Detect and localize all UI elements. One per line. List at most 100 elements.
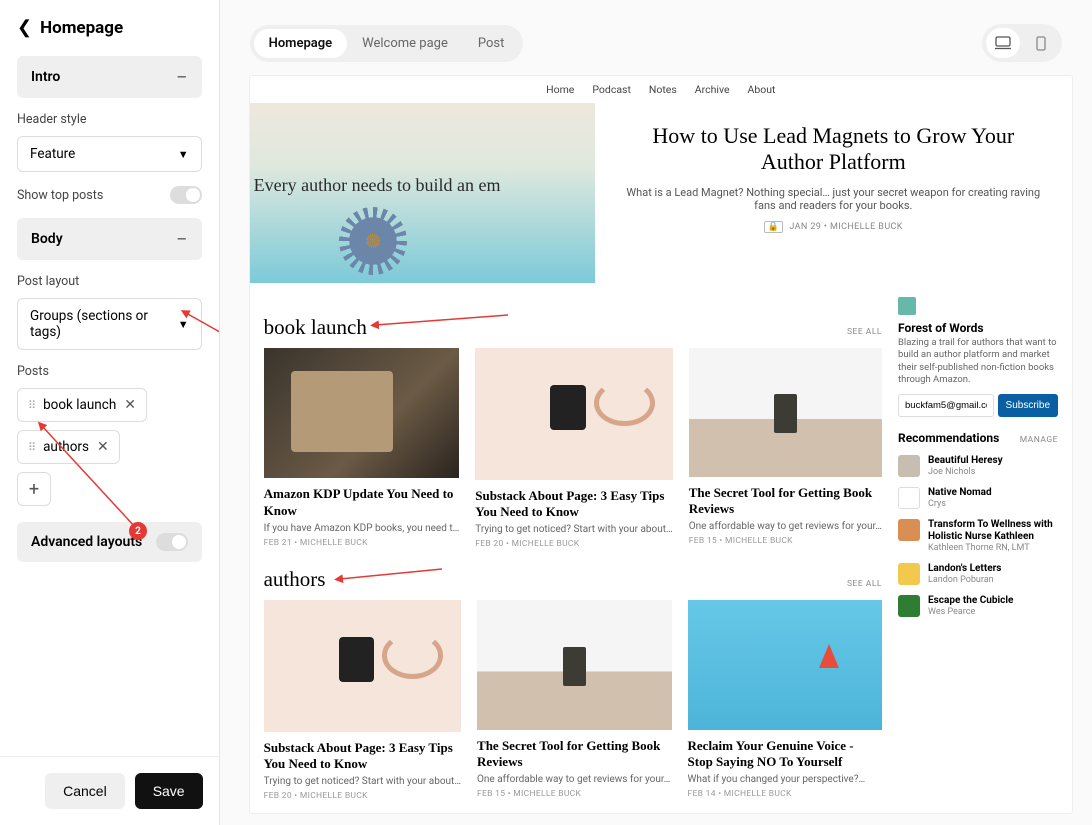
subscribe-button[interactable]: Subscribe: [998, 394, 1058, 417]
main-area: Homepage Welcome page Post Home Podcast …: [220, 0, 1092, 825]
select-header-style-value: Feature: [30, 146, 75, 162]
main-column: book launch SEE ALL Amazon KDP Update Yo…: [264, 297, 882, 813]
rec-title: Beautiful Heresy: [928, 455, 1003, 467]
nav-home[interactable]: Home: [546, 83, 574, 96]
hero-subtitle: What is a Lead Magnet? Nothing special… …: [625, 186, 1042, 212]
rec-item[interactable]: Escape the CubicleWes Pearce: [898, 595, 1058, 617]
card-excerpt: One affordable way to get reviews for yo…: [689, 521, 882, 532]
hero-content: How to Use Lead Magnets to Grow Your Aut…: [595, 103, 1072, 283]
drag-handle-icon[interactable]: ⠿: [28, 399, 35, 412]
rec-avatar: [898, 595, 920, 617]
tab-homepage[interactable]: Homepage: [254, 29, 348, 58]
card-excerpt: If you have Amazon KDP books, you need t…: [264, 523, 460, 534]
rec-title: Escape the Cubicle: [928, 595, 1013, 607]
nav-archive[interactable]: Archive: [695, 83, 730, 96]
section-advanced-label: Advanced layouts: [31, 534, 142, 550]
tab-welcome[interactable]: Welcome page: [347, 29, 463, 58]
rec-title: Native Nomad: [928, 487, 992, 499]
rec-item[interactable]: Native NomadCrys: [898, 487, 1058, 509]
hero-image: Every author needs to build an em: [250, 103, 595, 283]
nav-notes[interactable]: Notes: [649, 83, 677, 96]
section-body[interactable]: Body −: [17, 218, 202, 260]
annotation-arrow: [182, 305, 219, 385]
toggle-advanced-layouts[interactable]: [156, 533, 188, 551]
publication-name: Forest of Words: [898, 321, 1058, 335]
preview-canvas[interactable]: Home Podcast Notes Archive About Every a…: [250, 76, 1072, 813]
see-all-link[interactable]: SEE ALL: [847, 327, 882, 337]
select-post-layout-value: Groups (sections or tags): [30, 308, 178, 340]
rec-author: Joe Nichols: [928, 467, 1003, 477]
card-title: The Secret Tool for Getting Book Reviews: [689, 485, 882, 518]
section-intro[interactable]: Intro −: [17, 56, 202, 98]
post-card[interactable]: Reclaim Your Genuine Voice - Stop Saying…: [688, 600, 882, 801]
label-header-style: Header style: [17, 112, 202, 127]
recommend-label: Recommendations: [898, 431, 999, 445]
nav-podcast[interactable]: Podcast: [592, 83, 631, 96]
rec-avatar: [898, 487, 920, 509]
rec-author: Crys: [928, 499, 992, 509]
collapse-icon[interactable]: −: [176, 67, 187, 87]
subscribe-row: Subscribe: [898, 394, 1058, 417]
section-head-book-launch: book launch SEE ALL: [264, 315, 882, 340]
select-post-layout[interactable]: Groups (sections or tags) ▼: [17, 298, 202, 350]
rec-title: Transform To Wellness with Holistic Nurs…: [928, 519, 1058, 543]
thumb-image: [264, 348, 460, 478]
label-post-layout: Post layout: [17, 274, 202, 289]
card-meta: FEB 20 • MICHELLE BUCK: [475, 539, 672, 549]
collapse-icon[interactable]: −: [176, 229, 187, 249]
side-column: Forest of Words Blazing a trail for auth…: [898, 297, 1058, 813]
email-input[interactable]: [898, 394, 994, 417]
rec-item[interactable]: Landon's LettersLandon Poburan: [898, 563, 1058, 585]
post-card[interactable]: Substack About Page: 3 Easy Tips You Nee…: [264, 600, 461, 801]
thumb-image: [264, 600, 461, 732]
page-title: Homepage: [40, 18, 123, 38]
hero-banner-text: Every author needs to build an em: [254, 175, 501, 196]
post-card[interactable]: Substack About Page: 3 Easy Tips You Nee…: [475, 348, 672, 549]
drag-handle-icon[interactable]: ⠿: [28, 441, 35, 454]
group-title: authors: [264, 567, 326, 592]
sidebar-scroll: ❮ Homepage Intro − Header style Feature …: [0, 0, 219, 756]
see-all-link[interactable]: SEE ALL: [847, 579, 882, 589]
card-meta: FEB 15 • MICHELLE BUCK: [689, 536, 882, 546]
manage-link[interactable]: MANAGE: [1020, 435, 1058, 445]
page-tabs: Homepage Welcome page Post: [250, 25, 524, 62]
flower-graphic: [345, 213, 401, 269]
card-title: Amazon KDP Update You Need to Know: [264, 486, 460, 519]
nav-about[interactable]: About: [748, 83, 776, 96]
rec-avatar: [898, 455, 920, 477]
cards-row: Substack About Page: 3 Easy Tips You Nee…: [264, 600, 882, 801]
site-nav: Home Podcast Notes Archive About: [250, 76, 1072, 103]
card-title: The Secret Tool for Getting Book Reviews: [477, 738, 671, 771]
card-excerpt: Trying to get noticed? Start with your a…: [264, 776, 461, 787]
post-card[interactable]: The Secret Tool for Getting Book Reviews…: [477, 600, 671, 801]
rec-avatar: [898, 519, 920, 541]
rec-item[interactable]: Transform To Wellness with Holistic Nurs…: [898, 519, 1058, 553]
tag-item[interactable]: ⠿ book launch ✕: [17, 388, 147, 422]
back-icon[interactable]: ❮: [17, 17, 32, 38]
desktop-icon[interactable]: [986, 28, 1020, 58]
tab-post[interactable]: Post: [463, 29, 520, 58]
select-header-style[interactable]: Feature ▼: [17, 136, 202, 172]
publication-desc: Blazing a trail for authors that want to…: [898, 337, 1058, 386]
rec-author: Landon Poburan: [928, 575, 1001, 585]
cancel-button[interactable]: Cancel: [45, 773, 125, 809]
toggle-show-top-posts[interactable]: [170, 186, 202, 204]
topbar: Homepage Welcome page Post: [220, 0, 1092, 72]
section-body-label: Body: [31, 231, 63, 247]
annotation-arrow: [372, 311, 512, 331]
thumb-image: [475, 348, 672, 480]
device-toggle: [982, 24, 1062, 62]
save-button[interactable]: Save: [135, 773, 203, 809]
post-card[interactable]: The Secret Tool for Getting Book Reviews…: [689, 348, 882, 549]
card-meta: FEB 14 • MICHELLE BUCK: [688, 789, 882, 799]
rec-title: Landon's Letters: [928, 563, 1001, 575]
row-show-top-posts: Show top posts: [17, 186, 202, 204]
preview-body: book launch SEE ALL Amazon KDP Update Yo…: [250, 283, 1072, 813]
chevron-down-icon: ▼: [178, 148, 189, 161]
rec-item[interactable]: Beautiful HeresyJoe Nichols: [898, 455, 1058, 477]
label-show-top-posts: Show top posts: [17, 188, 103, 203]
mobile-icon[interactable]: [1024, 28, 1058, 58]
post-card[interactable]: Amazon KDP Update You Need to Know If you…: [264, 348, 460, 549]
remove-icon[interactable]: ✕: [124, 397, 136, 413]
card-title: Substack About Page: 3 Easy Tips You Nee…: [264, 740, 461, 773]
